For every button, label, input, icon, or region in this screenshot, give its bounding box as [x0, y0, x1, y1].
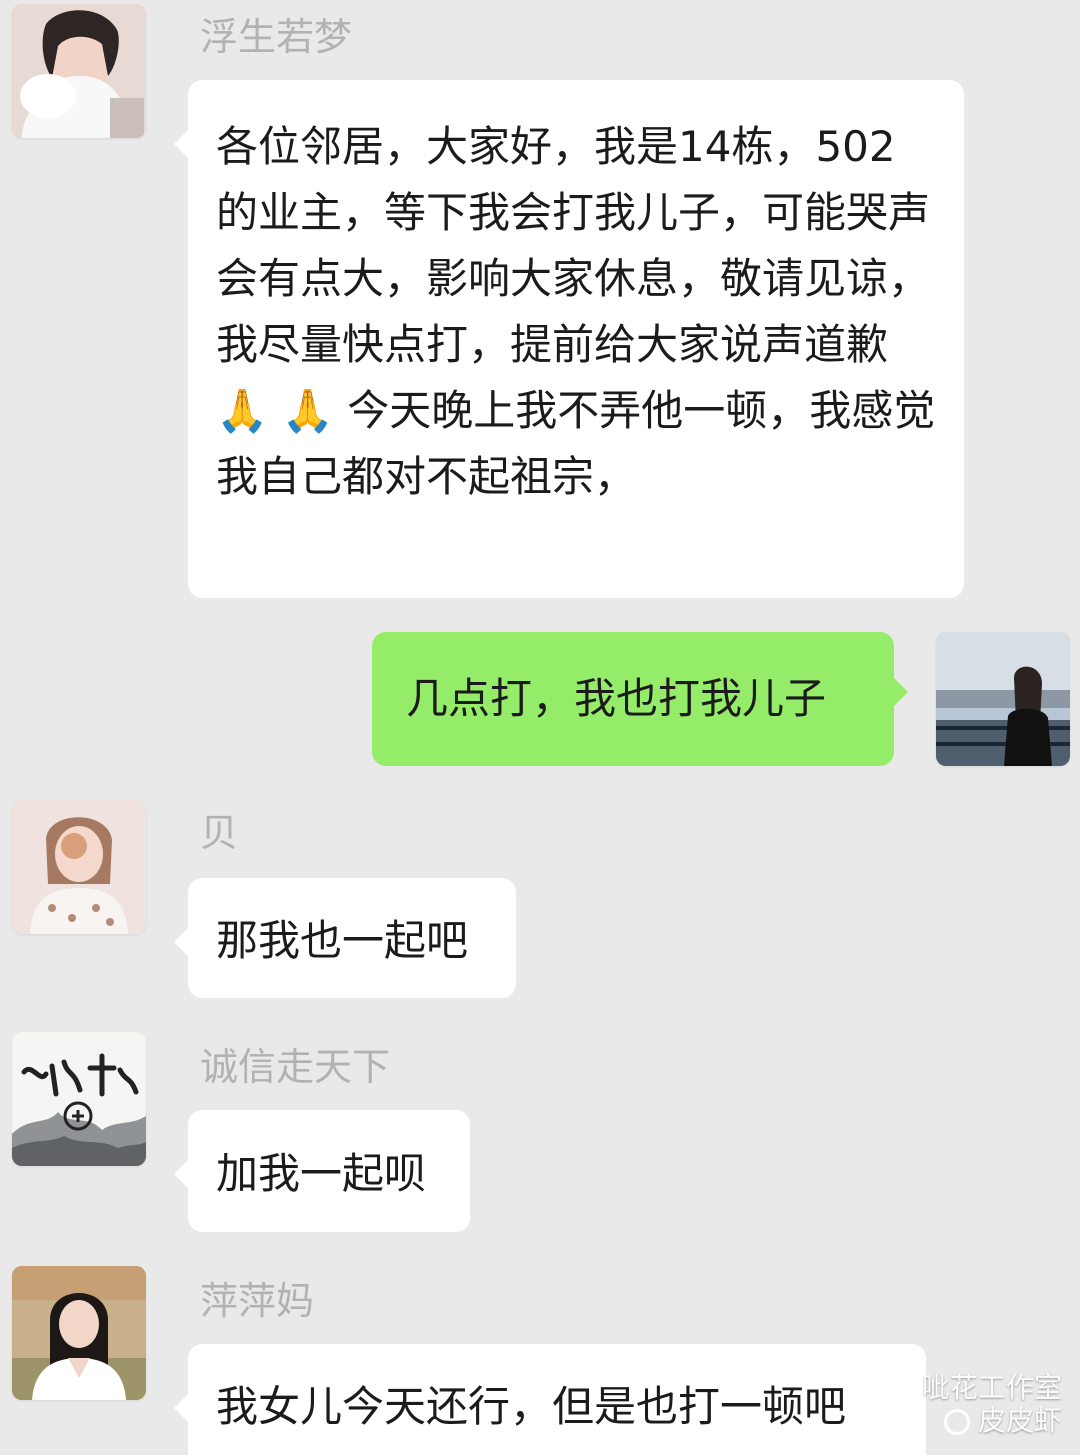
- avatar-pingpingma[interactable]: [12, 1266, 146, 1400]
- message-text: 各位邻居，大家好，我是14栋，502的业主，等下我会打我儿子，可能哭声会有点大，…: [216, 122, 936, 501]
- avatar-self[interactable]: [936, 632, 1070, 766]
- girl-avatar-icon: [12, 800, 146, 934]
- incoming-message-bubble[interactable]: 各位邻居，大家好，我是14栋，502的业主，等下我会打我儿子，可能哭声会有点大，…: [174, 80, 964, 598]
- incoming-message-bubble[interactable]: 我女儿今天还行，但是也打一顿吧: [174, 1344, 926, 1455]
- sender-name: 诚信走天下: [200, 1045, 391, 1089]
- woman-outdoor-avatar-icon: [936, 632, 1070, 766]
- calligraphy-avatar-icon: [12, 1032, 146, 1166]
- sender-name: 萍萍妈: [200, 1279, 315, 1323]
- avatar-chengxin[interactable]: [12, 1032, 146, 1166]
- woman-avatar-icon: [12, 4, 146, 138]
- message-text: 加我一起呗: [216, 1149, 427, 1198]
- watermark-row-app: 皮皮虾: [943, 1404, 1062, 1438]
- portrait-avatar-icon: [12, 1266, 146, 1400]
- sender-name: 贝: [200, 811, 239, 855]
- avatar-fushengruomeng[interactable]: [12, 4, 146, 138]
- watermark-line1: 呲花工作室: [921, 1371, 1062, 1405]
- incoming-message-bubble[interactable]: 加我一起呗: [174, 1110, 470, 1232]
- outgoing-message-bubble[interactable]: 几点打，我也打我儿子: [372, 632, 908, 766]
- sender-name: 浮生若梦: [200, 15, 353, 59]
- incoming-message-bubble[interactable]: 那我也一起吧: [174, 878, 516, 998]
- chat-window: 浮生若梦 各位邻居，大家好，我是14栋，502的业主，等下我会打我儿子，可能哭声…: [0, 0, 1080, 1455]
- watermark-line2: 皮皮虾: [977, 1404, 1062, 1438]
- message-text: 几点打，我也打我儿子: [406, 674, 827, 723]
- avatar-bei[interactable]: [12, 800, 146, 934]
- app-logo-icon: [943, 1408, 970, 1435]
- message-text: 那我也一起吧: [216, 916, 469, 965]
- message-text: 我女儿今天还行，但是也打一顿吧: [216, 1382, 847, 1431]
